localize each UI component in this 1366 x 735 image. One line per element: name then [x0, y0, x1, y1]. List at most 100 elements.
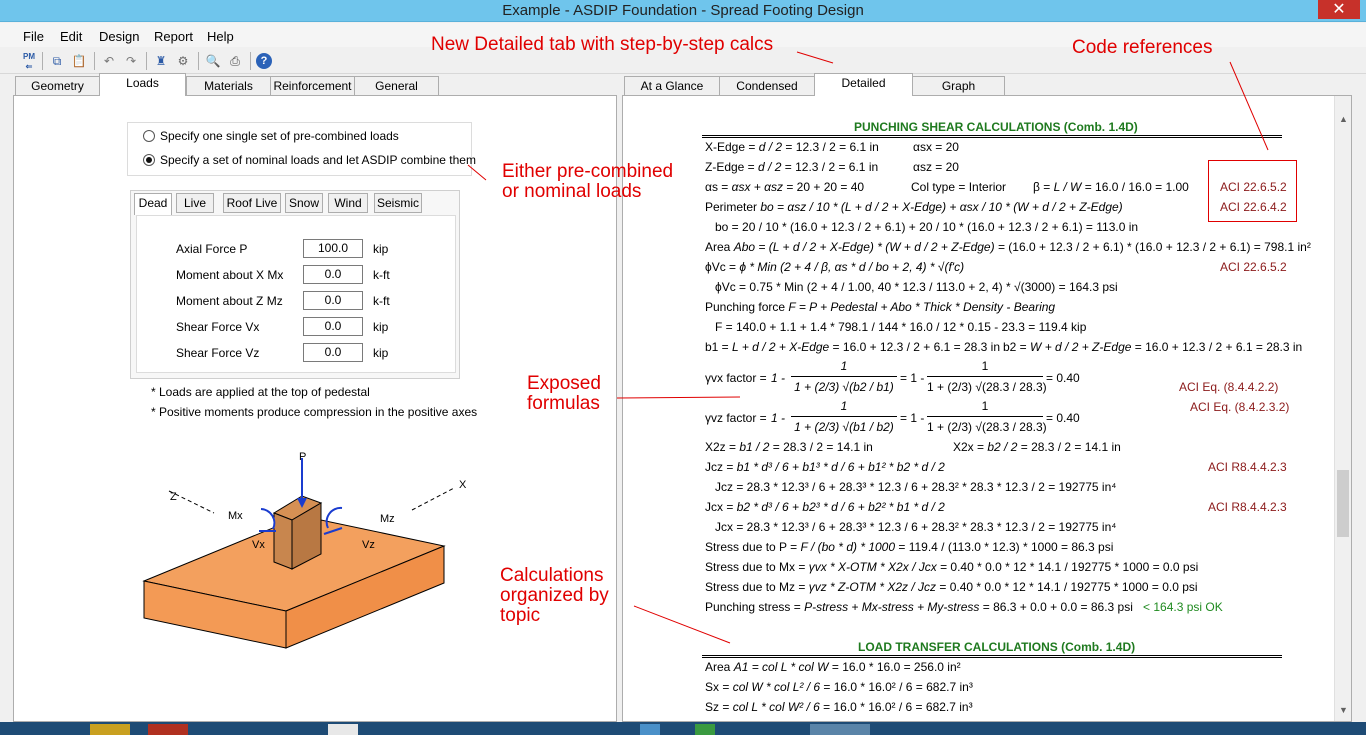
menu-file[interactable]: File — [23, 29, 44, 44]
calc-perimeter: Perimeter bo = αsz / 10 * (L + d / 2 + X… — [705, 200, 1123, 214]
annotation-formulas-line2: formulas — [527, 393, 600, 414]
calc-gvz-eq: = 1 - — [900, 411, 925, 425]
header-rule — [702, 135, 1282, 136]
frac-num: 1 — [840, 399, 848, 413]
calc-x-edge: X-Edge = d / 2 = 12.3 / 2 = 6.1 in — [705, 140, 879, 154]
frac-num: 1 — [840, 359, 848, 373]
load-tab-wind[interactable]: Wind — [328, 193, 368, 213]
tab-detailed[interactable]: Detailed — [814, 73, 913, 96]
calc-stress-p: Stress due to P = F / (bo * d) * 1000 = … — [705, 540, 1114, 554]
calc-x2x: X2x = b2 / 2 = 28.3 / 2 = 14.1 in — [953, 440, 1121, 454]
moment-z-input[interactable]: 0.0 — [303, 291, 363, 310]
moment-z-unit: k-ft — [373, 294, 390, 308]
calc-gvz-result: = 0.40 — [1046, 411, 1080, 425]
close-button[interactable]: ✕ — [1318, 0, 1360, 19]
calc-area-a1: Area A1 = col L * col W = 16.0 * 16.0 = … — [705, 660, 961, 674]
frac-den: 1 + (2/3) √(28.3 / 28.3) — [927, 380, 1047, 394]
calc-punching-force: Punching force F = P + Pedestal + Abo * … — [705, 300, 1056, 314]
calc-gvz-label: γvz factor = — [705, 411, 767, 425]
menu-edit[interactable]: Edit — [60, 29, 82, 44]
calc-gvx-eq: = 1 - — [900, 371, 925, 385]
scroll-thumb[interactable] — [1337, 470, 1349, 537]
copy-icon[interactable]: ⧉ — [48, 52, 66, 70]
design-icon[interactable]: ♜ — [152, 52, 170, 70]
code-ref-highlight-box — [1208, 160, 1297, 222]
radio-circle-icon — [143, 130, 155, 142]
radio-nominal[interactable]: Specify a set of nominal loads and let A… — [143, 153, 476, 167]
taskbar-item[interactable] — [640, 724, 660, 735]
note-positive-moments: * Positive moments produce compression i… — [151, 405, 478, 419]
preview-icon[interactable]: 🔍 — [204, 52, 222, 70]
undo-icon[interactable]: ↶ — [100, 52, 118, 70]
calc-asz: αsz = 20 — [913, 160, 959, 174]
frac-bar — [927, 416, 1043, 417]
shear-x-label: Shear Force Vx — [176, 320, 260, 334]
paste-icon[interactable]: 📋 — [70, 52, 88, 70]
calc-stress-mx: Stress due to Mx = γvx * X-OTM * X2x / J… — [705, 560, 1199, 574]
moment-mx-arrow — [260, 508, 276, 530]
redo-icon[interactable]: ↷ — [122, 52, 140, 70]
code-ref: ACI 22.6.5.2 — [1220, 260, 1287, 274]
scroll-down-icon[interactable]: ▼ — [1335, 705, 1352, 715]
tab-reinforcement[interactable]: Reinforcement — [270, 76, 355, 96]
help-icon[interactable]: ? — [256, 53, 272, 69]
shear-z-unit: kip — [373, 346, 389, 360]
axial-force-unit: kip — [373, 242, 389, 256]
calc-stress-mz: Stress due to Mz = γvz * Z-OTM * X2z / J… — [705, 580, 1198, 594]
frac-den: 1 + (2/3) √(b1 / b2) — [794, 420, 894, 434]
load-tab-dead[interactable]: Dead — [134, 193, 172, 215]
vertical-scrollbar[interactable]: ▲ ▼ — [1334, 96, 1351, 721]
header-rule — [702, 655, 1282, 656]
label-x: X — [459, 479, 467, 491]
header-rule — [702, 657, 1282, 658]
tab-condensed[interactable]: Condensed — [719, 76, 815, 96]
annotation-loads-line2: or nominal loads — [502, 181, 642, 202]
calc-jcz-value: Jcz = 28.3 * 12.3³ / 6 + 28.3³ * 12.3 / … — [715, 480, 1117, 494]
settings-icon[interactable]: ⚙ — [174, 52, 192, 70]
load-tab-seismic[interactable]: Seismic — [374, 193, 422, 213]
footing-diagram: P Z X Mx Mz Vx Vz — [142, 451, 467, 649]
shear-x-input[interactable]: 0.0 — [303, 317, 363, 336]
annotation-loads-line1: Either pre-combined — [502, 161, 674, 182]
radio-pre-combined-label: Specify one single set of pre-combined l… — [160, 129, 399, 143]
note-pedestal: * Loads are applied at the top of pedest… — [151, 385, 370, 399]
pm-open-icon[interactable]: PM ⇐ — [20, 52, 38, 71]
frac-bar — [791, 376, 897, 377]
x-axis — [411, 487, 455, 511]
menu-help[interactable]: Help — [207, 29, 234, 44]
tab-graph[interactable]: Graph — [912, 76, 1005, 96]
tab-geometry[interactable]: Geometry — [15, 76, 100, 96]
taskbar-item[interactable] — [810, 724, 870, 735]
calc-as: αs = αsx + αsz = 20 + 20 = 40 — [705, 180, 865, 194]
moment-x-input[interactable]: 0.0 — [303, 265, 363, 284]
code-ref: ACI Eq. (8.4.2.3.2) — [1190, 400, 1290, 414]
tab-materials[interactable]: Materials — [186, 76, 271, 96]
axial-force-input[interactable]: 100.0 — [303, 239, 363, 258]
window-title: Example - ASDIP Foundation - Spread Foot… — [502, 2, 864, 19]
frac-den: 1 + (2/3) √(28.3 / 28.3) — [927, 420, 1047, 434]
taskbar-item[interactable] — [328, 724, 358, 735]
os-taskbar — [0, 722, 1366, 735]
scroll-up-icon[interactable]: ▲ — [1335, 114, 1352, 124]
print-icon[interactable]: ⎙ — [226, 52, 244, 70]
calc-gvz-one-minus: 1 - — [771, 411, 786, 425]
tab-general[interactable]: General — [354, 76, 439, 96]
radio-pre-combined[interactable]: Specify one single set of pre-combined l… — [143, 129, 399, 143]
tab-loads[interactable]: Loads — [99, 73, 186, 96]
taskbar-item[interactable] — [148, 724, 188, 735]
load-tab-live[interactable]: Live — [176, 193, 214, 213]
annotation-topic-line1: Calculations — [500, 565, 604, 586]
tab-at-a-glance[interactable]: At a Glance — [624, 76, 720, 96]
calc-z-edge: Z-Edge = d / 2 = 12.3 / 2 = 6.1 in — [705, 160, 879, 174]
load-tab-roof-live[interactable]: Roof Live — [223, 193, 281, 213]
label-mz: Mz — [380, 513, 395, 525]
calc-jcx: Jcx = b2 * d³ / 6 + b2³ * d / 6 + b2² * … — [705, 500, 945, 514]
taskbar-item[interactable] — [90, 724, 130, 735]
code-ref: ACI Eq. (8.4.4.2.2) — [1179, 380, 1279, 394]
annotation-code-references: Code references — [1072, 37, 1213, 58]
menu-design[interactable]: Design — [99, 29, 139, 44]
menu-report[interactable]: Report — [154, 29, 193, 44]
taskbar-item[interactable] — [695, 724, 715, 735]
load-tab-snow[interactable]: Snow — [285, 193, 323, 213]
shear-z-input[interactable]: 0.0 — [303, 343, 363, 362]
